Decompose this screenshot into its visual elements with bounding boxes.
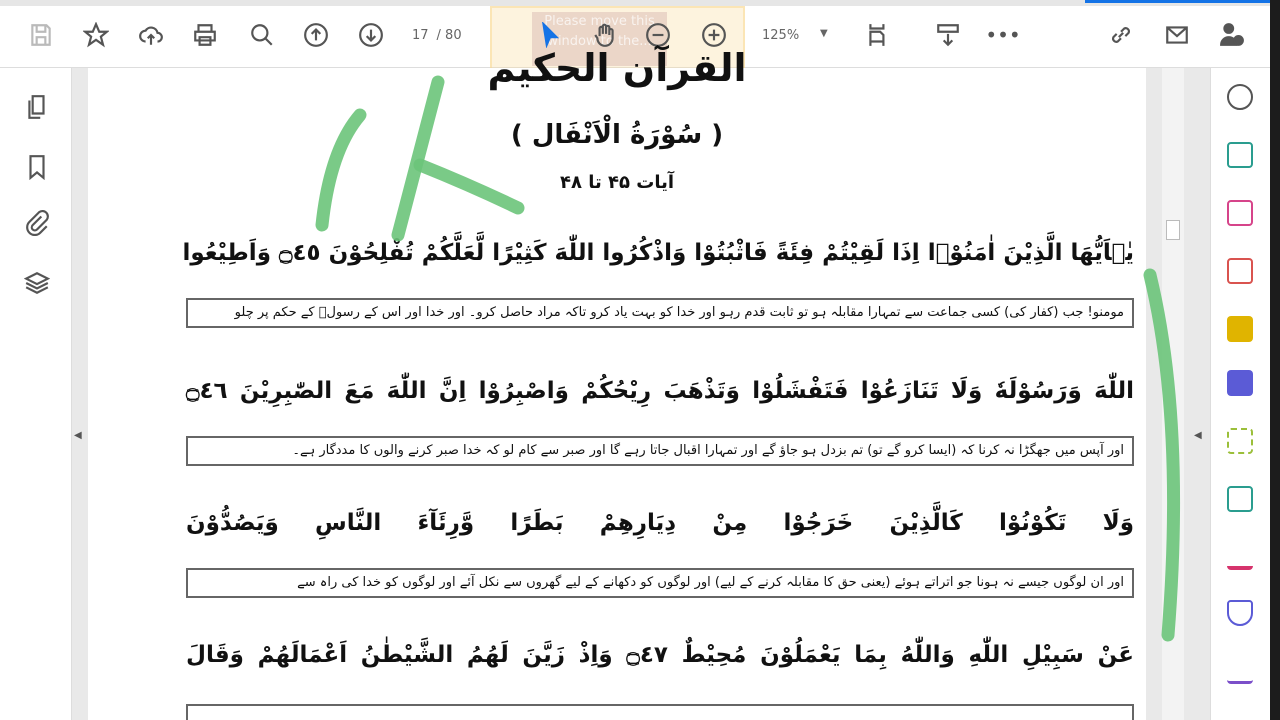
surah-name: ( سُوْرَةُ الْاَنْفَال ) (510, 120, 724, 150)
add-user-icon[interactable] (1217, 20, 1247, 50)
collapse-left-pane-icon[interactable]: ◀ (74, 430, 82, 441)
window-edge (1270, 0, 1280, 720)
total-pages: / 80 (436, 28, 462, 43)
export-pdf-icon[interactable] (1227, 142, 1253, 168)
document-viewer[interactable]: ◀ القرآن الحکیم ( سُوْرَةُ الْاَنْفَال )… (72, 46, 1210, 720)
save-icon[interactable] (26, 20, 56, 50)
organize-pages-icon[interactable] (1227, 428, 1253, 454)
page-thumbnails-icon[interactable] (24, 94, 52, 122)
edit-pdf-icon[interactable] (1227, 200, 1253, 226)
active-tab-indicator[interactable] (1085, 0, 1270, 3)
layers-icon[interactable] (23, 270, 52, 298)
create-pdf-icon[interactable] (1227, 258, 1253, 284)
ayah-line: وَلَا تَكُوْنُوْا كَالَّذِيْنَ خَرَجُوْا… (186, 510, 1134, 536)
ayah-line: عَنْ سَبِيْلِ اللّٰهِ وَاللّٰهُ بِمَا يَ… (186, 642, 1134, 668)
expand-right-pane-icon[interactable]: ◀ (1194, 430, 1202, 441)
protect-icon[interactable] (1227, 600, 1253, 626)
ayah-line: اللّٰهَ وَرَسُوْلَهٗ وَلَا تَنَازَعُوْا … (186, 378, 1134, 404)
combine-files-icon[interactable] (1227, 370, 1253, 396)
request-signature-icon[interactable] (1227, 658, 1253, 684)
enhance-scan-icon[interactable] (1227, 84, 1253, 110)
translation-box: اور ان لوگوں جیسے نہ ہونا جو اتراتے ہوئے… (186, 568, 1134, 598)
vertical-scrollbar[interactable] (1162, 68, 1184, 720)
page-number-input[interactable]: 17 / 80 (412, 28, 470, 43)
ayah-line: يٰۤاَيُّهَا الَّذِيْنَ اٰمَنُوْۤا اِذَا … (182, 240, 1134, 266)
left-navigation-pane (0, 68, 72, 720)
ayat-range: آیات ۴۵ تا ۴۸ (559, 172, 675, 193)
chevron-down-icon[interactable]: ▼ (820, 28, 828, 39)
compress-pdf-icon[interactable] (1227, 486, 1253, 512)
fill-sign-icon[interactable] (1227, 544, 1253, 570)
zoom-level-select[interactable]: 125% (762, 28, 799, 43)
attachments-icon[interactable] (24, 210, 52, 238)
bookmarks-icon[interactable] (24, 154, 52, 182)
email-icon[interactable] (1162, 20, 1192, 50)
comment-icon[interactable] (1227, 316, 1253, 342)
page-header-title: القرآن الحکیم (487, 46, 747, 90)
translation-box: مومنو! جب (کفار کی) کسی جماعت سے تمہارا … (186, 298, 1134, 328)
pdf-page: القرآن الحکیم ( سُوْرَةُ الْاَنْفَال ) آ… (88, 46, 1146, 720)
current-page[interactable]: 17 (412, 28, 429, 43)
scrollbar-thumb[interactable] (1166, 220, 1180, 240)
translation-box (186, 704, 1134, 720)
translation-box: اور آپس میں جھگڑا نہ کرنا کہ (ایسا کرو گ… (186, 436, 1134, 466)
tools-pane (1210, 68, 1270, 720)
